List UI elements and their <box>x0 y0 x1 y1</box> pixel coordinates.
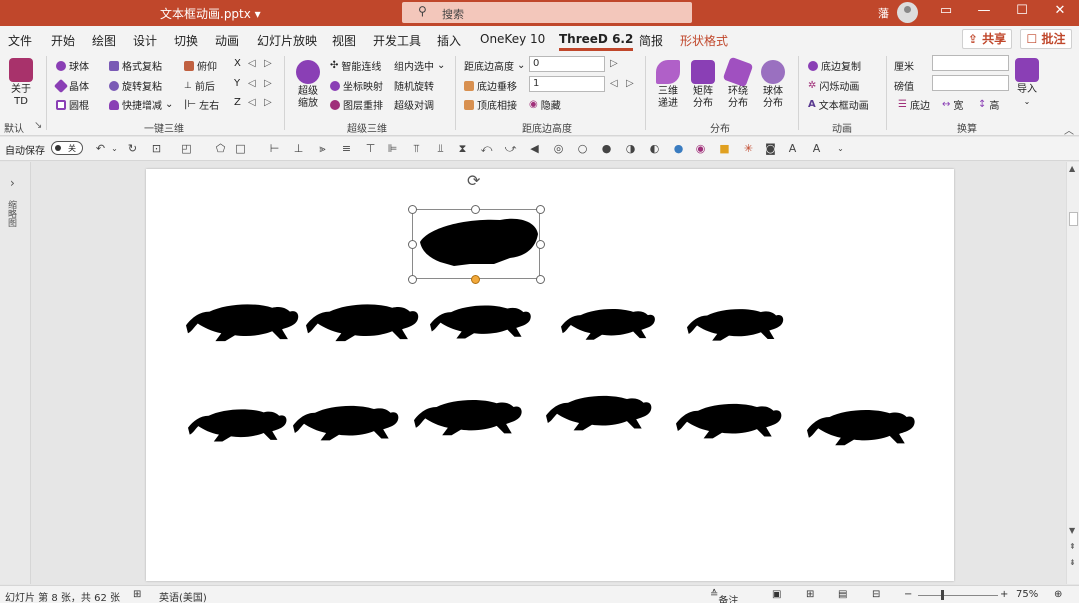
normal-view-icon[interactable]: ▣ <box>772 589 781 600</box>
cat-row2-3 <box>414 400 522 436</box>
slide-counter: 幻灯片 第 8 张，共 62 张 <box>5 593 120 603</box>
resize-handle-w[interactable] <box>408 240 417 249</box>
resize-handle-sw[interactable] <box>408 275 417 284</box>
cat-row1-3 <box>430 305 531 339</box>
slide-artwork <box>186 218 915 446</box>
reading-view-icon[interactable]: ▤ <box>838 589 847 600</box>
cat-row2-4 <box>546 395 652 431</box>
adjust-handle[interactable] <box>471 275 480 284</box>
status-bar: 幻灯片 第 8 张，共 62 张 ⊞ 英语(美国) ≙ 备注 ▣ ⊞ ▤ ⊟ −… <box>0 585 1079 603</box>
slide-sorter-icon[interactable]: ⊞ <box>806 589 814 600</box>
fit-slide-icon[interactable]: ⊕ <box>1054 589 1062 600</box>
language-indicator[interactable]: 英语(美国) <box>159 589 207 603</box>
cat-row1-5 <box>687 309 784 341</box>
accessibility-icon[interactable]: ⊞ <box>133 589 141 600</box>
scroll-thumb[interactable] <box>1069 212 1078 226</box>
cat-row1-4 <box>561 308 655 340</box>
zoom-slider-knob[interactable] <box>941 590 944 600</box>
cat-row2-6 <box>807 410 915 446</box>
rotate-handle-icon[interactable]: ⟳ <box>467 171 480 190</box>
resize-handle-n[interactable] <box>471 205 480 214</box>
resize-handle-nw[interactable] <box>408 205 417 214</box>
cat-row2-5 <box>676 403 782 439</box>
prev-slide-icon[interactable]: ⇞ <box>1069 542 1076 551</box>
slideshow-icon[interactable]: ⊟ <box>872 589 880 600</box>
zoom-level[interactable]: 75% <box>1016 589 1038 600</box>
cat-row2-1 <box>188 409 287 442</box>
cat-row2-2 <box>293 405 399 441</box>
cat-row1-1 <box>186 304 299 342</box>
zoom-slider[interactable] <box>918 595 998 596</box>
selection-box[interactable] <box>412 209 540 279</box>
notes-button[interactable]: ≙ 备注 <box>710 589 738 603</box>
resize-handle-e[interactable] <box>536 240 545 249</box>
next-slide-icon[interactable]: ⇟ <box>1069 558 1076 567</box>
scroll-down-icon[interactable]: ▼ <box>1069 526 1075 535</box>
vertical-scrollbar[interactable]: ▲ ▼ ⇞ ⇟ <box>1066 162 1079 584</box>
zoom-out-icon[interactable]: − <box>904 589 912 600</box>
scroll-up-icon[interactable]: ▲ <box>1069 164 1075 173</box>
resize-handle-se[interactable] <box>536 275 545 284</box>
zoom-in-icon[interactable]: + <box>1000 589 1008 600</box>
cat-row1-2 <box>306 304 419 342</box>
resize-handle-ne[interactable] <box>536 205 545 214</box>
